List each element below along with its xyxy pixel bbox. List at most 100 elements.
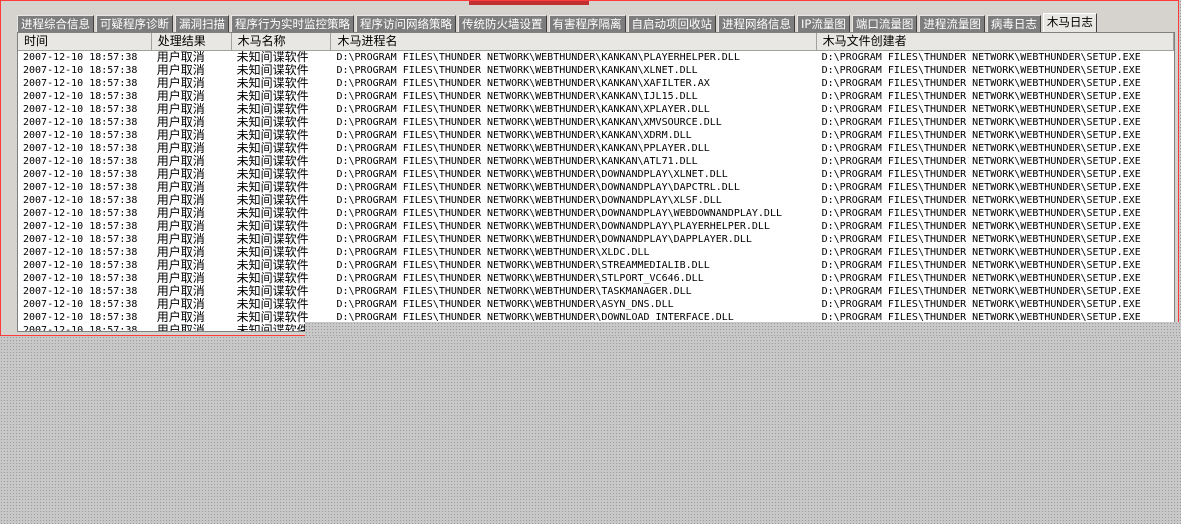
time-cell: 2007-12-10 18:57:38 [23, 286, 138, 297]
trojan-name-cell: 未知间谍软件 [236, 207, 309, 220]
result-cell: 用户取消 [156, 77, 205, 90]
table-row[interactable]: 2007-12-10 18:57:38 用户取消 未知间谍软件 D:\PROGRAM … [18, 272, 1174, 285]
process-name-cell: D:\PROGRAM FILES\THUNDER NETWORK\WEBTHUN… [336, 130, 692, 141]
table-row[interactable]: 2007-12-10 18:57:38 用户取消 未知间谍软件 D:\PROGRAM … [18, 298, 1174, 311]
table-row[interactable]: 2007-12-10 18:57:38 用户取消 未知间谍软件 D:\PROGRAM … [18, 103, 1174, 116]
tab-8[interactable]: 进程网络信息 [718, 15, 795, 32]
result-cell: 用户取消 [156, 129, 205, 142]
trojan-name-cell: 未知间谍软件 [236, 246, 309, 259]
file-creator-cell: D:\PROGRAM FILES\THUNDER NETWORK\WEBTHUN… [821, 78, 1141, 89]
file-creator-cell: D:\PROGRAM FILES\THUNDER NETWORK\WEBTHUN… [821, 195, 1141, 206]
trojan-name-cell: 未知间谍软件 [236, 64, 309, 77]
trojan-name-cell: 未知间谍软件 [236, 298, 309, 311]
time-cell: 2007-12-10 18:57:38 [23, 273, 138, 284]
main-window-frame: 进程综合信息 可疑程序诊断 漏洞扫描 程序行为实时监控策略 程序访问网络策略 传统防火墙设… [0, 0, 1179, 336]
table-row[interactable]: 2007-12-10 18:57:38 用户取消 未知间谍软件 D:\PROGRAM … [18, 207, 1174, 220]
process-name-cell: D:\PROGRAM FILES\THUNDER NETWORK\WEBTHUN… [336, 91, 698, 102]
table-row[interactable]: 2007-12-10 18:57:38 用户取消 未知间谍软件 D:\PROGRAM … [18, 181, 1174, 194]
time-cell: 2007-12-10 18:57:38 [23, 104, 138, 115]
trojan-name-cell: 未知间谍软件 [236, 155, 309, 168]
table-row[interactable]: 2007-12-10 18:57:38 用户取消 未知间谍软件 D:\PROGRAM … [18, 142, 1174, 155]
result-cell: 用户取消 [156, 311, 205, 324]
table-row[interactable]: 2007-12-10 18:57:38 用户取消 未知间谍软件 D:\PROGRAM … [18, 220, 1174, 233]
table-row[interactable]: 2007-12-10 18:57:38 用户取消 未知间谍软件 D:\PROGRAM … [18, 168, 1174, 181]
result-cell: 用户取消 [156, 272, 205, 285]
table-row[interactable]: 2007-12-10 18:57:38 用户取消 未知间谍软件 D:\PROGRAM … [18, 129, 1174, 142]
result-cell: 用户取消 [156, 259, 205, 272]
process-name-cell: D:\PROGRAM FILES\THUNDER NETWORK\WEBTHUN… [336, 169, 728, 180]
trojan-name-cell: 未知间谍软件 [236, 285, 309, 298]
file-creator-cell: D:\PROGRAM FILES\THUNDER NETWORK\WEBTHUN… [821, 208, 1141, 219]
time-cell: 2007-12-10 18:57:38 [23, 312, 138, 323]
trojan-name-cell: 未知间谍软件 [236, 194, 309, 207]
file-creator-cell: D:\PROGRAM FILES\THUNDER NETWORK\WEBTHUN… [821, 52, 1141, 63]
trojan-name-cell: 未知间谍软件 [236, 181, 309, 194]
time-cell: 2007-12-10 18:57:38 [23, 195, 138, 206]
time-cell: 2007-12-10 18:57:38 [23, 52, 138, 63]
table-row[interactable]: 2007-12-10 18:57:38 用户取消 未知间谍软件 D:\PROGRAM … [18, 116, 1174, 129]
tab-4[interactable]: 程序访问网络策略 [356, 15, 456, 32]
time-cell: 2007-12-10 18:57:38 [23, 65, 138, 76]
trojan-name-cell: 未知间谍软件 [236, 142, 309, 155]
tab-10[interactable]: 端口流量图 [851, 15, 918, 32]
process-name-cell: D:\PROGRAM FILES\THUNDER NETWORK\WEBTHUN… [336, 208, 782, 219]
process-name-cell: D:\PROGRAM FILES\THUNDER NETWORK\WEBTHUN… [336, 78, 710, 89]
table-row[interactable]: 2007-12-10 18:57:38 用户取消 未知间谍软件 D:\PROGRAM … [18, 77, 1174, 90]
file-creator-cell: D:\PROGRAM FILES\THUNDER NETWORK\WEBTHUN… [821, 104, 1141, 115]
result-cell: 用户取消 [156, 220, 205, 233]
table-row[interactable]: 2007-12-10 18:57:38 用户取消 未知间谍软件 D:\PROGRAM … [18, 259, 1174, 272]
file-creator-cell: D:\PROGRAM FILES\THUNDER NETWORK\WEBTHUN… [821, 299, 1141, 310]
table-row[interactable]: 2007-12-10 18:57:38 用户取消 未知间谍软件 D:\PROGRAM … [18, 155, 1174, 168]
time-cell: 2007-12-10 18:57:38 [23, 247, 138, 258]
result-cell: 用户取消 [156, 246, 205, 259]
table-row[interactable]: 2007-12-10 18:57:38 用户取消 未知间谍软件 D:\PROGRAM … [18, 194, 1174, 207]
tab-11[interactable]: 进程流量图 [919, 15, 985, 32]
result-cell: 用户取消 [156, 207, 205, 220]
tab-2[interactable]: 漏洞扫描 [175, 15, 229, 32]
result-cell: 用户取消 [156, 194, 205, 207]
file-creator-cell: D:\PROGRAM FILES\THUNDER NETWORK\WEBTHUN… [821, 65, 1141, 76]
result-cell: 用户取消 [156, 168, 205, 181]
tab-3[interactable]: 程序行为实时监控策略 [231, 15, 354, 32]
table-row[interactable]: 2007-12-10 18:57:38 用户取消 未知间谍软件 D:\PROGRAM … [18, 90, 1174, 103]
table-row[interactable]: 2007-12-10 18:57:38 用户取消 未知间谍软件 D:\PROGRAM … [18, 246, 1174, 259]
time-cell: 2007-12-10 18:57:38 [23, 182, 138, 193]
tab-9[interactable]: IP流量图 [797, 15, 850, 32]
file-creator-cell: D:\PROGRAM FILES\THUNDER NETWORK\WEBTHUN… [821, 247, 1141, 258]
process-name-cell: D:\PROGRAM FILES\THUNDER NETWORK\WEBTHUN… [336, 52, 740, 63]
file-creator-cell: D:\PROGRAM FILES\THUNDER NETWORK\WEBTHUN… [821, 156, 1141, 167]
tab-5[interactable]: 传统防火墙设置 [458, 15, 547, 32]
trojan-name-cell: 未知间谍软件 [236, 103, 309, 116]
process-name-cell: D:\PROGRAM FILES\THUNDER NETWORK\WEBTHUN… [336, 286, 692, 297]
trojan-name-cell: 未知间谍软件 [236, 90, 309, 103]
tab-13[interactable]: 木马日志 [1042, 13, 1097, 32]
tab-6[interactable]: 有害程序隔离 [548, 15, 626, 32]
table-row[interactable]: 2007-12-10 18:57:38 用户取消 未知间谍软件 D:\PROGRAM … [18, 233, 1174, 246]
tab-0[interactable]: 进程综合信息 [17, 15, 94, 32]
table-row[interactable]: 2007-12-10 18:57:38 用户取消 未知间谍软件 D:\PROGRAM … [18, 51, 1174, 64]
result-cell: 用户取消 [156, 90, 205, 103]
trojan-log-list[interactable]: 时间 处理结果 木马名称 木马进程名 木马文件创建者 2007-12-10 18… [17, 32, 1175, 332]
tab-1[interactable]: 可疑程序诊断 [96, 15, 173, 32]
column-header-process-name[interactable]: 木马进程名 [331, 33, 817, 50]
table-row[interactable]: 2007-12-10 18:57:38 用户取消 未知间谍软件 D:\PROGRAM … [18, 64, 1174, 77]
tab-7[interactable]: 自启动项回收站 [627, 15, 716, 32]
column-header-time[interactable]: 时间 [18, 33, 152, 50]
trojan-name-cell: 未知间谍软件 [236, 129, 309, 142]
column-header-trojan-name[interactable]: 木马名称 [232, 33, 332, 50]
result-cell: 用户取消 [156, 298, 205, 311]
screen-background [305, 322, 1181, 336]
result-cell: 用户取消 [156, 324, 205, 332]
process-name-cell: D:\PROGRAM FILES\THUNDER NETWORK\WEBTHUN… [336, 156, 698, 167]
process-name-cell: D:\PROGRAM FILES\THUNDER NETWORK\WEBTHUN… [336, 143, 710, 154]
tab-12[interactable]: 病毒日志 [986, 15, 1041, 32]
result-cell: 用户取消 [156, 233, 205, 246]
column-header-file-creator[interactable]: 木马文件创建者 [817, 33, 1174, 50]
process-name-cell: D:\PROGRAM FILES\THUNDER NETWORK\WEBTHUN… [336, 234, 752, 245]
table-row[interactable]: 2007-12-10 18:57:38 用户取消 未知间谍软件 D:\PROGRAM … [18, 285, 1174, 298]
result-cell: 用户取消 [156, 103, 205, 116]
trojan-name-cell: 未知间谍软件 [236, 116, 309, 129]
column-header-result[interactable]: 处理结果 [152, 33, 232, 50]
trojan-name-cell: 未知间谍软件 [236, 220, 309, 233]
time-cell: 2007-12-10 18:57:38 [23, 299, 138, 310]
